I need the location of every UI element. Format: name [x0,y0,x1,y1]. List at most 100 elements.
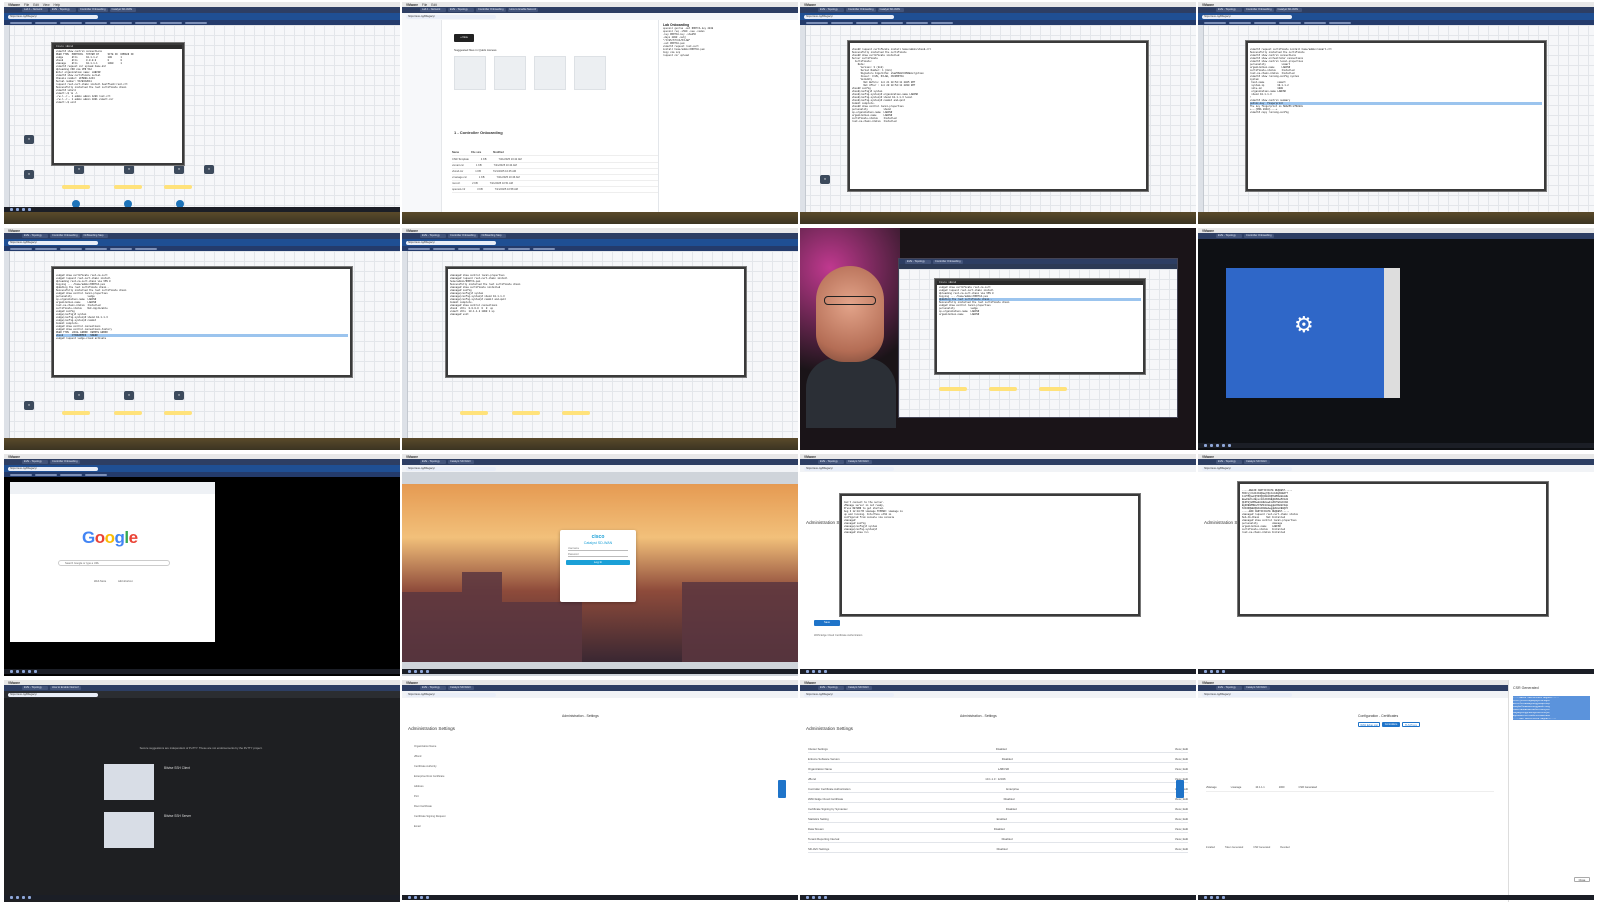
shortcut[interactable]: Add shortcut [118,580,133,583]
file-thumbnail[interactable] [454,56,486,90]
file-thumbnail[interactable] [574,56,606,90]
settings-row[interactable]: Statistics Setting Enabled View | Edit [808,816,1188,823]
file-thumbnail[interactable] [494,56,526,90]
tile-vm-loading: VMware EVE - Topology Controller Onboardi… [1198,228,1594,450]
terminal-window[interactable]: vmanage# show control local-properties vm… [446,267,746,377]
tab-tls-proxy[interactable]: TLS Proxy [1402,722,1420,727]
suggestion-heading: Secure suggestions are independent of Pu… [139,746,263,750]
tile-file-browser: VMware File Edit Lab 1 - Network EVE - Topo… [402,2,798,224]
settings-row[interactable]: Certificate Signing by Symantec Disabled V… [808,806,1188,813]
close-button[interactable]: Close [1574,877,1590,882]
product-link[interactable]: Bitvise SSH Server [164,814,191,818]
terminal-window[interactable]: vbond# request certificate install home/… [848,41,1148,191]
link-label [114,185,142,189]
settings-row[interactable]: Controller Certificate Authorization Ente… [808,786,1188,793]
file-list-header: Name File size Modified [452,150,678,156]
router-node-icon[interactable]: ✕ [24,135,34,144]
password-field[interactable]: Password [568,553,628,557]
chrome-window[interactable]: Google Search Google or type a URL Web S… [10,482,215,642]
tile-presenter-video: EVE - Topology Controller Onboarding Cisc… [800,228,1196,450]
presenter [816,266,884,362]
terminal-output: vsmart# request certificate install home… [1250,48,1542,114]
tile-topology-terminal-4: VMware EVE - Topology Controller Onboardi… [4,228,400,450]
feedback-tab[interactable] [1176,780,1184,798]
settings-row[interactable]: Organization Name LABCSR View | Edit [808,766,1188,773]
product-link[interactable]: Bitvise SSH Client [164,766,190,770]
shortcut[interactable]: Web Store [94,580,106,583]
tile-topology-terminal-3: VMware EVE - Topology Controller Onboardi… [1198,2,1594,224]
settings-footer: WAN Edge Cloud Certificate Authorization [814,634,863,637]
terminal-output: vsmart# show control connections PEER TYP… [56,50,134,104]
router-node-icon[interactable]: ✕ [24,170,34,179]
settings-form[interactable]: Organization Name vBond Certificate Author… [414,742,445,832]
tile-admin-settings-list: VMware EVE - Topology Catalyst SD-WAN htt… [800,680,1196,902]
router-node-icon[interactable]: ✕ [124,165,134,174]
settings-row[interactable]: WAN Edge Cloud Certificate Disabled View |… [808,796,1188,803]
login-button[interactable]: Log In [566,560,630,565]
terminal-output: vbond# request certificate install home/… [852,48,931,123]
file-thumbnail[interactable] [534,56,566,90]
settings-row[interactable]: Cluster Settings Disabled View | Edit [808,746,1188,753]
tile-certificates: VMware EVE - Topology Catalyst SD-WAN htt… [1198,680,1594,902]
tab-controllers[interactable]: Controllers [1382,722,1400,727]
section-title: Administration Settings [408,726,455,731]
address-bar[interactable]: https://eve-ng/#/legacy/ [8,14,98,19]
product-image [104,764,154,800]
tile-topology-terminal-5: VMware EVE - Topology Controller Onboardi… [402,228,798,450]
link-label [164,185,192,189]
csr-text[interactable]: -----BEGIN CERTIFICATE REQUEST----- MIIC2… [1513,696,1590,720]
terminal-window[interactable]: Cisco vBond vedge# show certificate root… [935,279,1145,374]
feedback-tab[interactable] [778,780,786,798]
terminal-window[interactable]: Can't connect to the server. vManage serv… [840,494,1140,616]
nav-sidebar[interactable] [402,20,442,212]
notes-panel[interactable]: Lab Onboarding openssl genrsa -out ROOTCA… [658,20,798,212]
google-logo: Google [82,528,138,547]
tile-admin-terminal-2: VMware EVE - Topology Catalyst SD-WAN htt… [1198,454,1594,676]
tab[interactable]: EVE - Topology [50,8,76,12]
settings-row[interactable]: SD-AVC Settings Disabled View | Edit [808,846,1188,853]
settings-row[interactable]: vBond 10.1.1.3 : 12346 View | Edit [808,776,1188,783]
topology-toolbar[interactable] [4,25,10,212]
address-bar[interactable]: https://eve-ng/#/legacy/ [406,14,496,19]
folder-title: 1 - Controller Onboarding [454,130,503,135]
terminal-window[interactable]: Cisco vBond vsmart# show control connect… [52,43,184,165]
router-node-icon[interactable]: ✕ [74,165,84,174]
terminal-window[interactable]: vsmart# request certificate install home… [1246,41,1546,191]
settings-row[interactable]: Tenant Reporting Interval Disabled View | … [808,836,1188,843]
tile-sdwan-login: VMware EVE - Topology Catalyst SD-WAN htt… [402,454,798,676]
new-button[interactable]: + New [454,34,474,42]
terminal-window[interactable]: vedge# show certificate root-ca-cert vedg… [52,267,352,377]
panel-title: CSR Generated [1513,686,1539,690]
router-node-icon[interactable]: ✕ [174,165,184,174]
desktop-background [4,212,400,224]
vm-window[interactable]: ⚙ [1226,268,1388,398]
tab-wan-edge-list[interactable]: WAN Edge List [1358,722,1380,727]
settings-row[interactable]: Enforce Software Version Disabled View | E… [808,756,1188,763]
terminal-window[interactable]: -----BEGIN CERTIFICATE REQUEST----- MIICy… [1238,482,1548,616]
tile-admin-settings-terminal: VMware EVE - Topology Catalyst SD-WAN htt… [800,454,1196,676]
save-button[interactable]: Save [814,620,840,626]
login-card: cisco Catalyst SD-WAN Username Password … [560,530,636,602]
product-name: Catalyst SD-WAN [583,541,613,545]
tile-browser-google: VMware EVE - Topology Controller Onboardi… [4,454,400,676]
tab[interactable]: Controller Onboarding [78,8,108,12]
gear-icon: ⚙ [1294,312,1314,337]
tile-admin-settings-form: VMware EVE - Topology Catalyst SD-WAN htt… [402,680,798,902]
router-node-icon[interactable]: ✕ [204,165,214,174]
tab[interactable]: Lab 1 - Network [22,8,48,12]
csr-side-panel[interactable]: CSR Generated -----BEGIN CERTIFICATE REQ… [1508,680,1594,902]
terminal-output: vedge# show certificate root-ca-cert vedg… [56,274,348,340]
settings-row[interactable]: Data Stream Disabled View | Edit [808,826,1188,833]
tab[interactable]: Catalyst SD-WAN [109,8,136,12]
search-input[interactable]: Search Google or type a URL [58,560,170,566]
status-legend: Installed Token Generated CSR Generated Rev… [1206,846,1290,849]
product-image [104,812,154,848]
terminal-output: vmanage# show control local-properties vm… [450,274,521,316]
cisco-logo: cisco [591,534,605,540]
tile-topology-terminal-2: VMware EVE - Topology Controller Onboardi… [800,2,1196,224]
webcam-video: EVE - Topology Controller Onboarding Cisc… [800,228,1196,450]
username-field[interactable]: Username [568,547,628,551]
table-row[interactable]: vManage vmanage 10.1.1.1 1000 CSR Generated [1206,784,1494,792]
thumbnail-grid: VMware File Edit View Help Lab 1 - Network EV… [0,0,1600,906]
file-row[interactable]: openssl.cnf 3 KB 7/21/2025 10:58 AM [452,187,678,193]
